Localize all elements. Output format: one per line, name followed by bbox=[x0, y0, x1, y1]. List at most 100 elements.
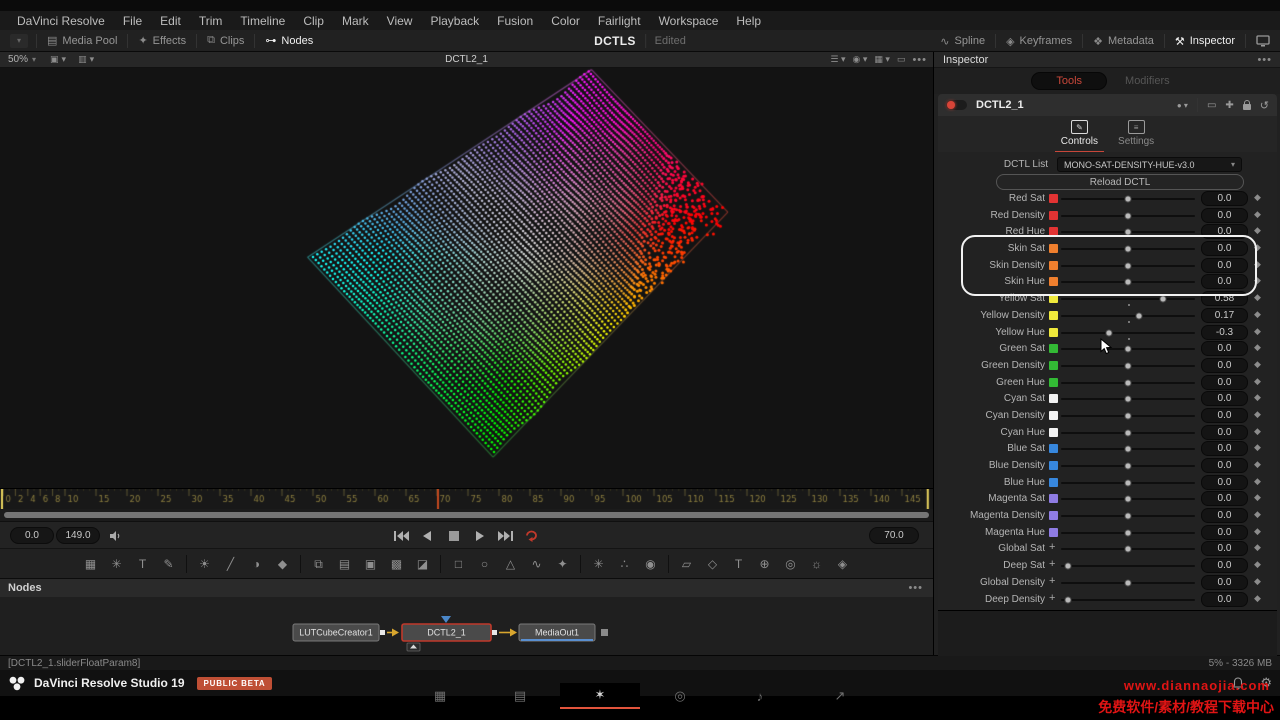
param-color-swatch[interactable] bbox=[1049, 194, 1058, 203]
ellipse-mask-tool-icon[interactable]: ○ bbox=[476, 556, 493, 573]
node-dctl2-1[interactable]: DCTL2_1 bbox=[402, 624, 491, 641]
page-fusion[interactable]: ✶ bbox=[560, 683, 640, 709]
keyframe-diamond-icon[interactable]: ◆ bbox=[1254, 309, 1261, 320]
param-slider[interactable] bbox=[1061, 248, 1195, 250]
param-color-swatch[interactable] bbox=[1049, 428, 1058, 437]
keyframe-diamond-icon[interactable]: ◆ bbox=[1254, 342, 1261, 353]
viewer-horizontal-scrollbar[interactable] bbox=[0, 509, 933, 521]
renderer-3d-tool-icon[interactable]: ◈ bbox=[834, 556, 851, 573]
param-slider[interactable] bbox=[1061, 565, 1195, 567]
rectangle-mask-tool-icon[interactable]: □ bbox=[450, 556, 467, 573]
param-slider[interactable] bbox=[1061, 582, 1195, 584]
param-value-field[interactable]: 0.0 bbox=[1201, 391, 1248, 406]
reset-icon[interactable]: ↺ bbox=[1260, 99, 1269, 112]
node-graph-area[interactable]: LUTCubeCreator1DCTL2_1MediaOut1 bbox=[0, 597, 933, 655]
merge-3d-tool-icon[interactable]: ⊕ bbox=[756, 556, 773, 573]
param-value-field[interactable]: 0.0 bbox=[1201, 375, 1248, 390]
media-pool-button[interactable]: ▤Media Pool bbox=[37, 30, 127, 51]
inspector-button[interactable]: ⚒Inspector bbox=[1165, 30, 1245, 52]
param-slider[interactable] bbox=[1061, 415, 1195, 417]
keyframe-diamond-icon[interactable]: ◆ bbox=[1254, 326, 1261, 337]
menu-playback[interactable]: Playback bbox=[421, 14, 488, 28]
param-slider[interactable] bbox=[1061, 215, 1195, 217]
slider-handle[interactable] bbox=[1125, 412, 1132, 419]
menu-fairlight[interactable]: Fairlight bbox=[589, 14, 650, 28]
param-slider[interactable] bbox=[1061, 515, 1195, 517]
menu-timeline[interactable]: Timeline bbox=[231, 14, 294, 28]
param-value-field[interactable]: 0.0 bbox=[1201, 541, 1248, 556]
param-color-swatch[interactable] bbox=[1049, 494, 1058, 503]
param-color-swatch[interactable] bbox=[1049, 344, 1058, 353]
keyframe-diamond-icon[interactable]: ◆ bbox=[1254, 542, 1261, 553]
param-slider[interactable] bbox=[1061, 231, 1195, 233]
page-color[interactable]: ◎ bbox=[640, 683, 720, 709]
keyframe-diamond-icon[interactable]: ◆ bbox=[1254, 359, 1261, 370]
channel-booleans-tool-icon[interactable]: ▤ bbox=[336, 556, 353, 573]
slider-handle[interactable] bbox=[1125, 362, 1132, 369]
param-color-swatch[interactable] bbox=[1049, 261, 1058, 270]
lock-icon[interactable] bbox=[1243, 104, 1251, 110]
stop-button[interactable] bbox=[446, 529, 462, 543]
slider-handle[interactable] bbox=[1125, 429, 1132, 436]
mediaout-port-square[interactable] bbox=[601, 629, 608, 636]
param-color-swatch[interactable] bbox=[1049, 244, 1058, 253]
keyframe-diamond-icon[interactable]: ◆ bbox=[1254, 259, 1261, 270]
param-slider[interactable] bbox=[1061, 315, 1195, 317]
param-color-swatch[interactable] bbox=[1049, 528, 1058, 537]
menu-workspace[interactable]: Workspace bbox=[650, 14, 728, 28]
menu-clip[interactable]: Clip bbox=[294, 14, 333, 28]
version-dropdown[interactable]: ● ▾ bbox=[1177, 101, 1188, 110]
menu-trim[interactable]: Trim bbox=[190, 14, 232, 28]
keyframe-diamond-icon[interactable]: ◆ bbox=[1254, 292, 1261, 303]
param-slider[interactable] bbox=[1061, 298, 1195, 300]
collapse-toolbar-button[interactable]: ▾ bbox=[10, 34, 28, 48]
keyframe-diamond-icon[interactable]: ◆ bbox=[1254, 442, 1261, 453]
slider-handle[interactable] bbox=[1106, 329, 1113, 336]
node-enable-toggle[interactable] bbox=[946, 100, 967, 110]
param-value-field[interactable]: 0.0 bbox=[1201, 558, 1248, 573]
param-value-field[interactable]: 0.0 bbox=[1201, 475, 1248, 490]
param-value-field[interactable]: 0.0 bbox=[1201, 191, 1248, 206]
param-color-swatch[interactable] bbox=[1049, 211, 1058, 220]
param-expand-icon[interactable]: + bbox=[1049, 558, 1055, 570]
param-slider[interactable] bbox=[1061, 548, 1195, 550]
current-frame-field[interactable]: 70.0 bbox=[869, 527, 919, 544]
keyframe-diamond-icon[interactable]: ◆ bbox=[1254, 492, 1261, 503]
paint-tool-icon[interactable]: ✎ bbox=[160, 556, 177, 573]
param-value-field[interactable]: 0.0 bbox=[1201, 224, 1248, 239]
param-value-field[interactable]: 0.0 bbox=[1201, 425, 1248, 440]
param-value-field[interactable]: 0.0 bbox=[1201, 458, 1248, 473]
bspline-mask-tool-icon[interactable]: ∿ bbox=[528, 556, 545, 573]
grid-dropdown[interactable]: ▦ ▾ bbox=[874, 54, 890, 65]
slider-handle[interactable] bbox=[1125, 262, 1132, 269]
keyframe-diamond-icon[interactable]: ◆ bbox=[1254, 275, 1261, 286]
slider-handle[interactable] bbox=[1125, 246, 1132, 253]
param-expand-icon[interactable]: + bbox=[1049, 541, 1055, 553]
param-slider[interactable] bbox=[1061, 198, 1195, 200]
param-slider[interactable] bbox=[1061, 448, 1195, 450]
param-color-swatch[interactable] bbox=[1049, 361, 1058, 370]
keyframe-diamond-icon[interactable]: ◆ bbox=[1254, 392, 1261, 403]
slider-handle[interactable] bbox=[1125, 379, 1132, 386]
slider-handle[interactable] bbox=[1064, 563, 1071, 570]
page-fairlight[interactable]: ♪ bbox=[720, 683, 800, 709]
param-value-field[interactable]: 0.0 bbox=[1201, 441, 1248, 456]
nodes-button[interactable]: ⊶Nodes bbox=[255, 30, 323, 51]
slider-handle[interactable] bbox=[1125, 212, 1132, 219]
image-plane-3d-tool-icon[interactable]: ▱ bbox=[678, 556, 695, 573]
view-layout-dropdown[interactable]: ☰ ▾ bbox=[830, 54, 845, 65]
keyframe-diamond-icon[interactable]: ◆ bbox=[1254, 476, 1261, 487]
pin-icon[interactable]: ✚ bbox=[1225, 100, 1233, 111]
param-value-field[interactable]: 0.0 bbox=[1201, 525, 1248, 540]
shape-3d-tool-icon[interactable]: ◇ bbox=[704, 556, 721, 573]
slider-handle[interactable] bbox=[1125, 513, 1132, 520]
param-slider[interactable] bbox=[1061, 382, 1195, 384]
keyframe-diamond-icon[interactable]: ◆ bbox=[1254, 426, 1261, 437]
page-deliver[interactable]: ↗ bbox=[800, 683, 880, 709]
slider-handle[interactable] bbox=[1159, 296, 1166, 303]
text-3d-tool-icon[interactable]: T bbox=[730, 556, 747, 573]
keyframe-diamond-icon[interactable]: ◆ bbox=[1254, 459, 1261, 470]
param-color-swatch[interactable] bbox=[1049, 378, 1058, 387]
param-value-field[interactable]: 0.0 bbox=[1201, 208, 1248, 223]
menu-fusion[interactable]: Fusion bbox=[488, 14, 542, 28]
